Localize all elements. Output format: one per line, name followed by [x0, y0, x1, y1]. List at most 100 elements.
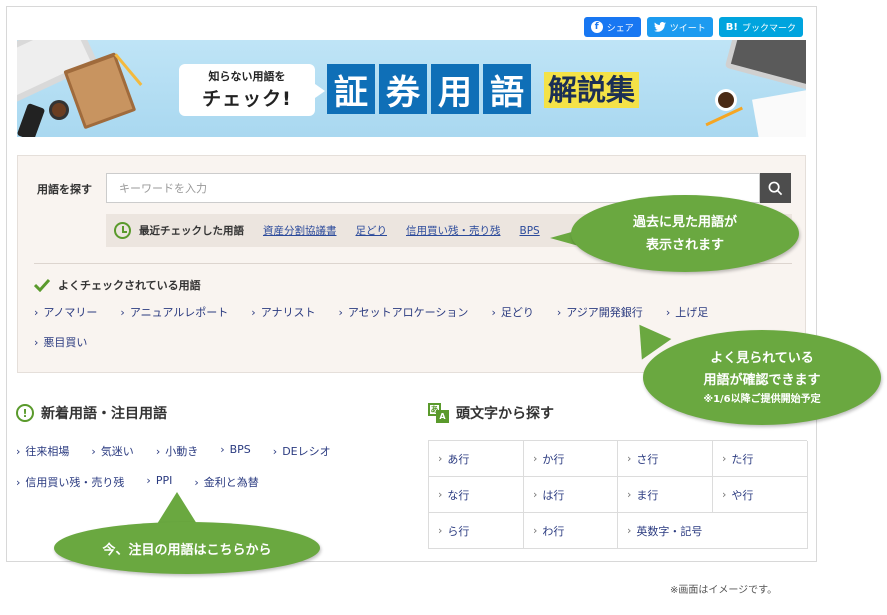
- kana-index-label: わ行: [542, 524, 565, 538]
- popular-term-label: アニュアルレポート: [129, 306, 229, 319]
- banner-title-char: 証: [327, 64, 375, 114]
- popular-term-link[interactable]: › アニュアルレポート: [120, 304, 228, 320]
- recent-callout-line2: 表示されます: [645, 237, 724, 253]
- kana-index-icon: あA: [428, 403, 450, 423]
- chevron-right-icon: ›: [533, 488, 538, 501]
- kana-index-label: 英数字・記号: [636, 524, 703, 538]
- new-term-link[interactable]: › 小動き: [156, 443, 198, 459]
- kana-index-cell[interactable]: › た行: [713, 441, 808, 477]
- kana-index-cell[interactable]: › わ行: [524, 513, 618, 549]
- chevron-right-icon: ›: [34, 306, 39, 319]
- banner-bubble-line1: 知らない用語を: [208, 70, 286, 83]
- popular-term-link[interactable]: › アセットアロケーション: [338, 304, 468, 320]
- new-term-link[interactable]: › DEレシオ: [273, 443, 331, 459]
- kana-index-label: あ行: [447, 452, 470, 466]
- chevron-right-icon: ›: [627, 452, 632, 465]
- chevron-right-icon: ›: [533, 452, 538, 465]
- kana-index-cell[interactable]: › か行: [524, 441, 618, 477]
- chevron-right-icon: ›: [194, 476, 199, 489]
- popular-term-label: 足どり: [500, 306, 534, 319]
- recent-callout-line1: 過去に見た用語が: [632, 214, 737, 230]
- new-term-label: 金利と為替: [203, 476, 259, 489]
- banner-title: 証 券 用 語: [327, 64, 531, 114]
- recent-term-link[interactable]: 資産分割協議書: [263, 223, 337, 238]
- new-terms-title: 新着用語・注目用語: [41, 406, 167, 422]
- banner-title-char: 券: [379, 64, 427, 114]
- twitter-bird-icon: [653, 22, 666, 32]
- chevron-right-icon: ›: [146, 474, 151, 487]
- new-term-link[interactable]: › BPS: [220, 443, 251, 459]
- chevron-right-icon: ›: [722, 452, 727, 465]
- new-term-label: 小動き: [165, 445, 199, 458]
- new-terms-callout-text: 今、注目の用語はこちらから: [102, 542, 272, 558]
- twitter-share-label: ツイート: [669, 23, 706, 34]
- popular-terms-title: よくチェックされている用語: [58, 279, 201, 292]
- twitter-share-button[interactable]: ツイート: [646, 17, 713, 37]
- chevron-right-icon: ›: [338, 306, 343, 319]
- kana-index-heading: あA 頭文字から探す: [428, 403, 554, 423]
- chevron-right-icon: ›: [251, 306, 256, 319]
- popular-term-label: 上げ足: [675, 306, 709, 319]
- recent-term-link[interactable]: 信用買い残・売り残: [406, 223, 501, 238]
- exclamation-icon: !: [16, 404, 34, 422]
- facebook-share-button[interactable]: f シェア: [583, 17, 641, 37]
- kana-index-label: な行: [447, 488, 470, 502]
- new-term-link[interactable]: › 気迷い: [91, 443, 133, 459]
- hatena-icon: B!: [725, 21, 738, 33]
- popular-callout: よく見られている 用語が確認できます ※1/6以降ご提供開始予定: [643, 330, 881, 425]
- search-icon: [768, 181, 783, 195]
- callout-tail: [157, 492, 197, 524]
- banner-bubble-line2: チェック!: [202, 88, 292, 110]
- popular-callout-line1: よく見られている: [710, 350, 814, 366]
- kana-index-cell[interactable]: › ら行: [429, 513, 524, 549]
- check-icon: [34, 278, 50, 292]
- kana-index-cell[interactable]: › あ行: [429, 441, 524, 477]
- popular-term-link[interactable]: › 上げ足: [666, 304, 708, 320]
- chevron-right-icon: ›: [91, 445, 96, 458]
- new-term-link[interactable]: › PPI: [146, 474, 172, 490]
- facebook-share-label: シェア: [606, 23, 634, 34]
- chevron-right-icon: ›: [120, 306, 125, 319]
- kana-index-label: さ行: [636, 452, 659, 466]
- recent-terms-label: 最近チェックした用語: [139, 225, 244, 237]
- new-terms-callout: 今、注目の用語はこちらから: [54, 522, 320, 574]
- chevron-right-icon: ›: [16, 476, 21, 489]
- new-term-link[interactable]: › 往来相場: [16, 443, 69, 459]
- recent-term-link[interactable]: 足どり: [356, 223, 388, 238]
- kana-index-cell[interactable]: › や行: [713, 477, 808, 513]
- facebook-icon: f: [590, 21, 603, 33]
- new-term-label: PPI: [155, 474, 173, 487]
- share-bar: f シェア ツイート B! ブックマーク: [583, 17, 803, 37]
- hatena-bookmark-label: ブックマーク: [741, 23, 796, 34]
- kana-index-cell[interactable]: › は行: [524, 477, 618, 513]
- hero-banner: 知らない用語を チェック! 証 券 用 語 解説集: [17, 40, 806, 137]
- kana-index-cell[interactable]: › ま行: [618, 477, 713, 513]
- popular-term-link[interactable]: › アジア開発銀行: [557, 304, 643, 320]
- hatena-bookmark-button[interactable]: B! ブックマーク: [718, 17, 803, 37]
- chevron-right-icon: ›: [220, 443, 225, 456]
- kana-index-cell[interactable]: › さ行: [618, 441, 713, 477]
- chevron-right-icon: ›: [34, 336, 39, 349]
- recent-term-link[interactable]: BPS: [520, 225, 540, 237]
- search-button[interactable]: [760, 173, 791, 203]
- popular-term-link[interactable]: › アナリスト: [251, 304, 315, 320]
- kana-index-cell[interactable]: › 英数字・記号: [618, 513, 808, 549]
- chevron-right-icon: ›: [16, 445, 21, 458]
- new-term-link[interactable]: › 信用買い残・売り残: [16, 474, 124, 490]
- popular-term-link[interactable]: › 足どり: [491, 304, 533, 320]
- new-term-label: 往来相場: [25, 445, 70, 458]
- new-term-link[interactable]: › 金利と為替: [194, 474, 258, 490]
- desk-illustration-left: [17, 40, 143, 137]
- popular-term-link[interactable]: › 悪目買い: [34, 334, 87, 350]
- kana-index-label: ら行: [447, 524, 470, 538]
- kana-index-title: 頭文字から探す: [456, 406, 554, 422]
- kana-index-cell[interactable]: › な行: [429, 477, 524, 513]
- popular-term-label: アセットアロケーション: [347, 306, 469, 319]
- recent-callout: 過去に見た用語が 表示されます: [571, 195, 799, 272]
- new-term-label: BPS: [229, 443, 251, 456]
- chevron-right-icon: ›: [438, 524, 443, 537]
- popular-callout-line2: 用語が確認できます: [703, 372, 821, 388]
- popular-term-label: 悪目買い: [43, 336, 88, 349]
- popular-term-link[interactable]: › アノマリー: [34, 304, 97, 320]
- chevron-right-icon: ›: [627, 488, 632, 501]
